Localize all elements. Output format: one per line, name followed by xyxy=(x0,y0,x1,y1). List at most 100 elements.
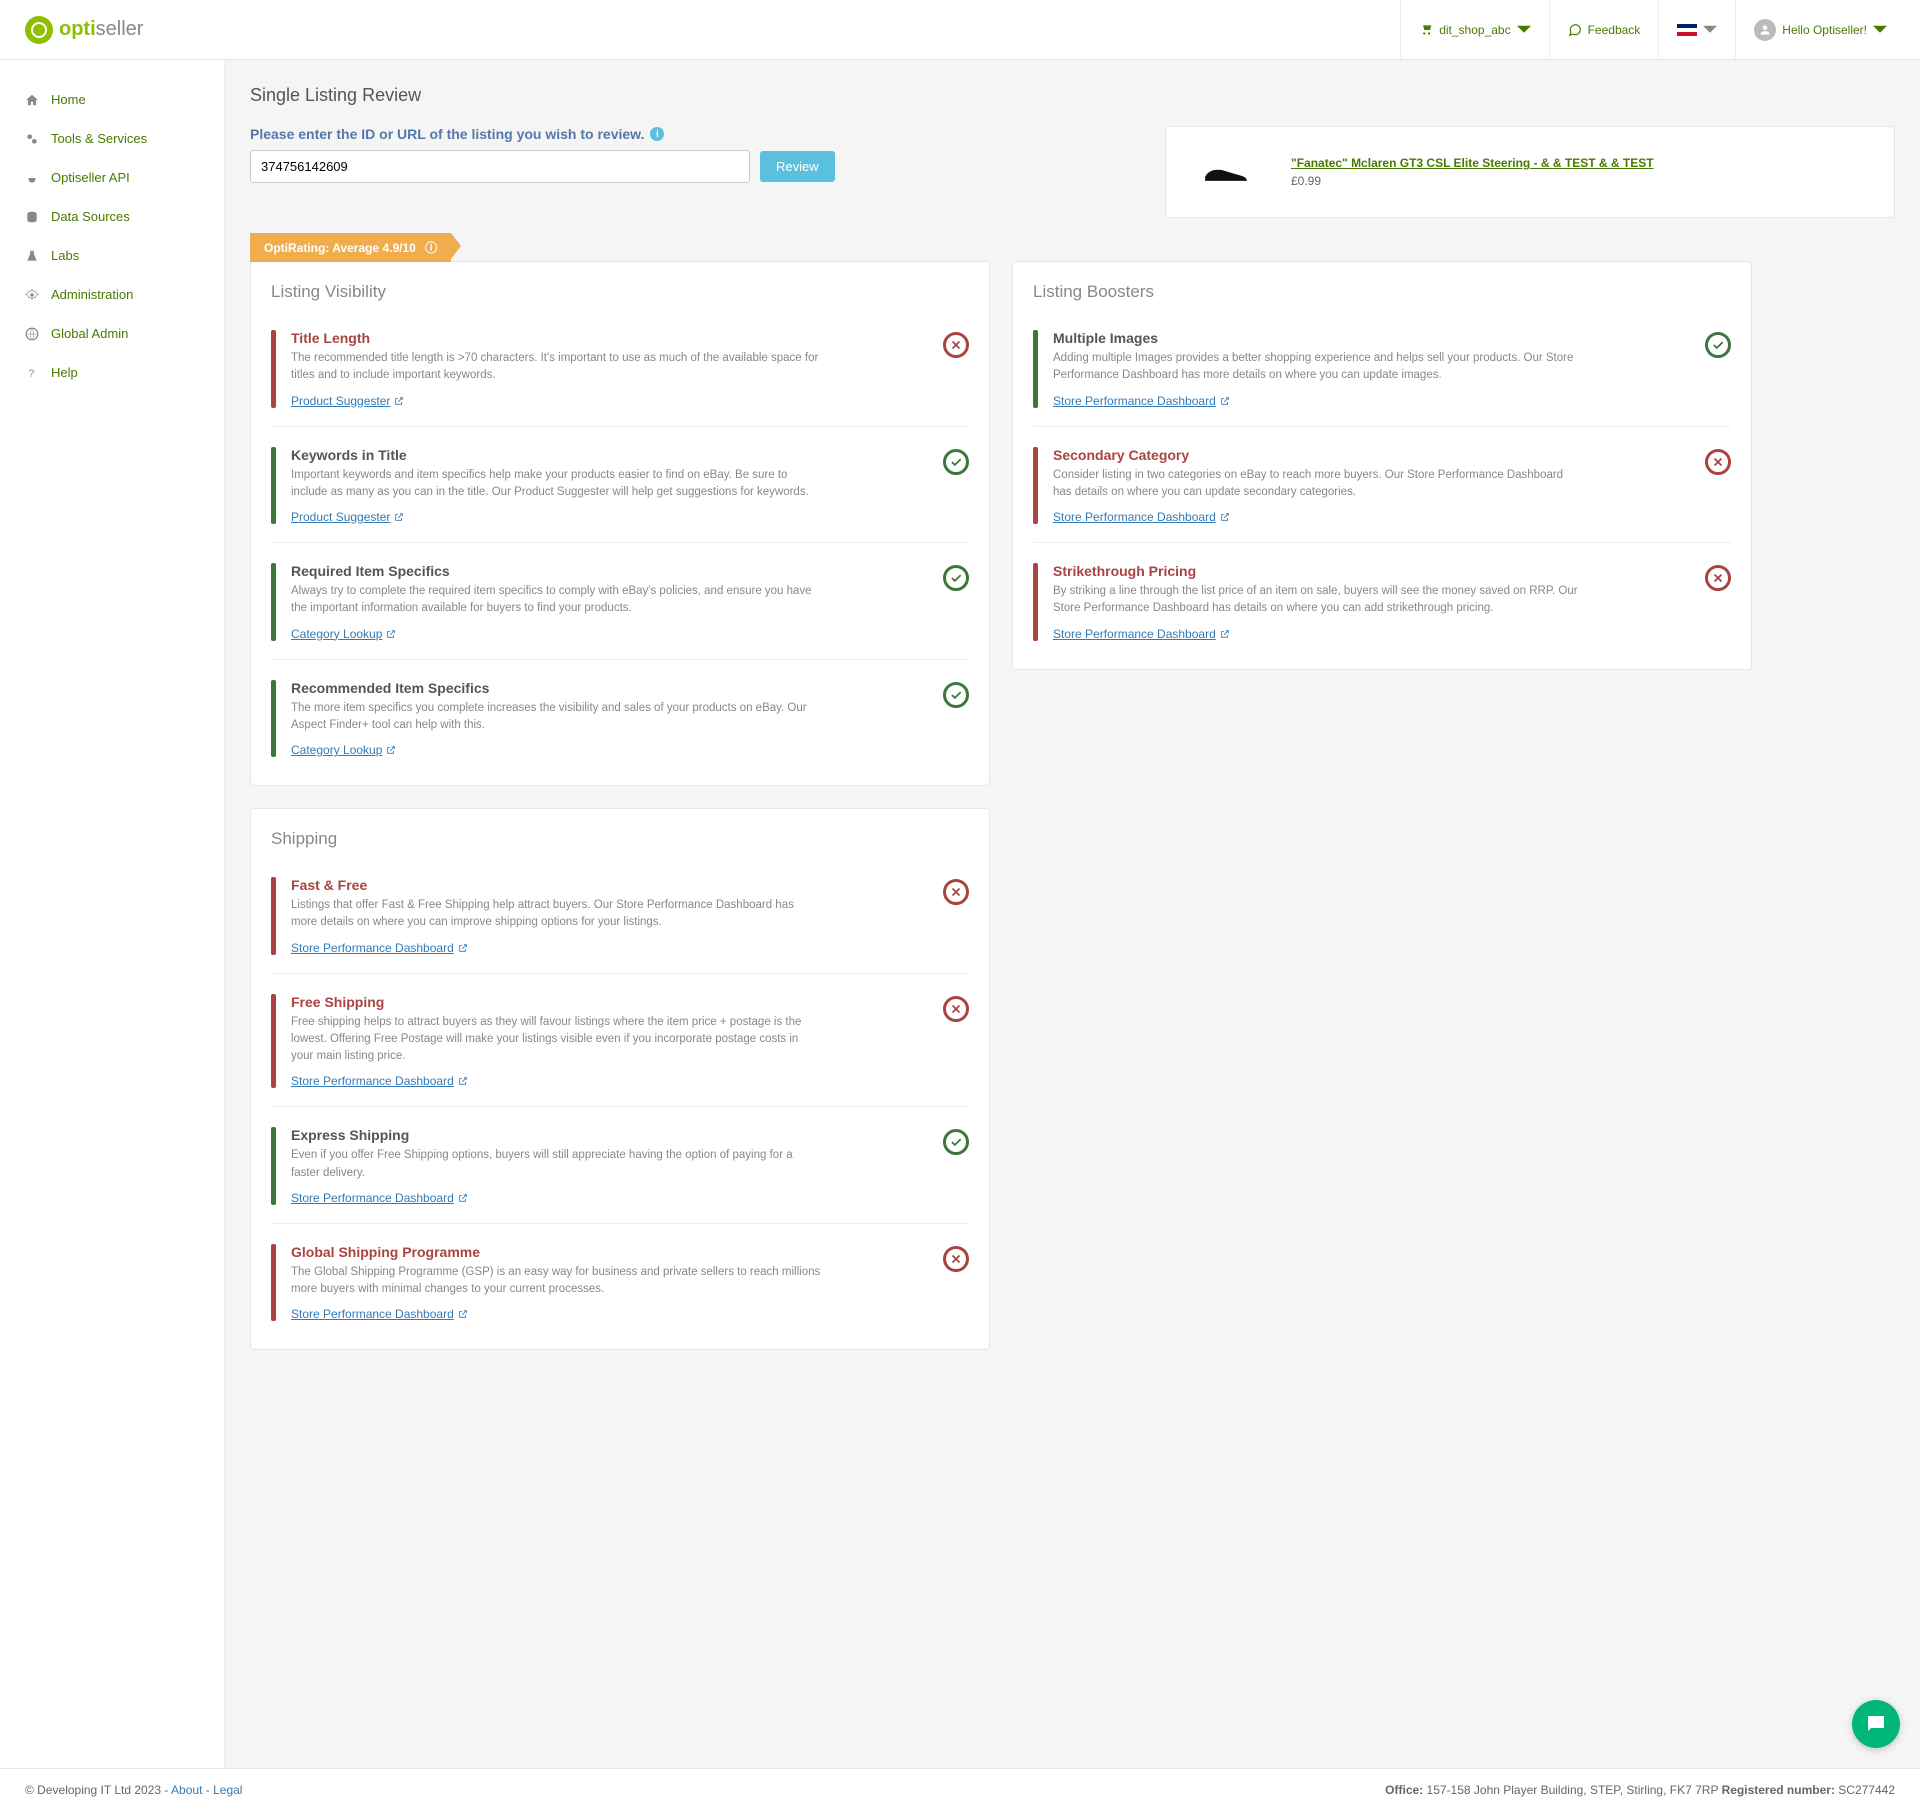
check-description: Adding multiple Images provides a better… xyxy=(1053,350,1583,385)
panel-title: Listing Boosters xyxy=(1033,282,1731,302)
home-icon xyxy=(25,93,39,107)
footer-right: Office: 157-158 John Player Building, ST… xyxy=(1385,1783,1895,1797)
check-title: Secondary Category xyxy=(1053,447,1690,463)
info-icon[interactable]: i xyxy=(650,127,664,141)
check-title: Express Shipping xyxy=(291,1127,928,1143)
chat-widget-button[interactable] xyxy=(1852,1700,1900,1748)
footer-left: © Developing IT Ltd 2023 - About - Legal xyxy=(25,1783,242,1797)
sidebar-item-help[interactable]: ? Help xyxy=(0,353,224,392)
reg-number: SC277442 xyxy=(1838,1783,1895,1797)
sidebar-item-label: Administration xyxy=(51,287,133,302)
check-action-link[interactable]: Store Performance Dashboard xyxy=(291,1307,468,1321)
search-label-row: Please enter the ID or URL of the listin… xyxy=(250,126,1145,142)
check-list: Fast & Free Listings that offer Fast & Fr… xyxy=(271,867,969,1339)
review-button[interactable]: Review xyxy=(760,151,835,182)
sidebar-item-global-admin[interactable]: Global Admin xyxy=(0,314,224,353)
status-bar xyxy=(271,1244,276,1322)
cross-circle-icon xyxy=(1705,565,1731,591)
sidebar-item-labs[interactable]: Labs xyxy=(0,236,224,275)
check-action-link[interactable]: Store Performance Dashboard xyxy=(1053,510,1230,524)
check-description: Even if you offer Free Shipping options,… xyxy=(291,1147,821,1182)
check-title: Free Shipping xyxy=(291,994,928,1010)
info-icon[interactable]: ⓘ xyxy=(425,241,437,255)
check-list: Multiple ImagesAdding multiple Images pr… xyxy=(1033,320,1731,659)
main-content: Single Listing Review Please enter the I… xyxy=(225,60,1920,1768)
check-description: Listings that offer Fast & Free Shipping… xyxy=(291,897,821,932)
sidebar-item-tools[interactable]: Tools & Services xyxy=(0,119,224,158)
check-description: Free shipping helps to attract buyers as… xyxy=(291,1014,821,1066)
check-action-link[interactable]: Store Performance Dashboard xyxy=(1053,394,1230,408)
chevron-down-icon xyxy=(1873,23,1887,37)
listing-id-input[interactable] xyxy=(250,150,750,183)
sidebar-item-data-sources[interactable]: Data Sources xyxy=(0,197,224,236)
chevron-down-icon xyxy=(1517,23,1531,37)
check-description: Always try to complete the required item… xyxy=(291,583,821,618)
about-link[interactable]: About xyxy=(171,1783,202,1797)
shop-name: dit_shop_abc xyxy=(1439,23,1510,37)
check-action-link[interactable]: Store Performance Dashboard xyxy=(291,1074,468,1088)
legal-link[interactable]: Legal xyxy=(213,1783,242,1797)
user-menu[interactable]: Hello Optiseller! xyxy=(1735,0,1905,60)
check-item: Keywords in TitleImportant keywords and … xyxy=(271,437,969,544)
flask-icon xyxy=(25,249,39,263)
check-action-link[interactable]: Product Suggester xyxy=(291,510,404,524)
check-title: Global Shipping Programme xyxy=(291,1244,928,1260)
cross-circle-icon xyxy=(943,879,969,905)
check-action-link[interactable]: Store Performance Dashboard xyxy=(291,941,468,955)
brand-part1: opti xyxy=(59,18,96,40)
check-circle-icon xyxy=(943,565,969,591)
shop-selector[interactable]: dit_shop_abc xyxy=(1400,0,1548,60)
product-price: £0.99 xyxy=(1291,174,1654,188)
sidebar-item-label: Home xyxy=(51,92,86,107)
greeting-label: Hello Optiseller! xyxy=(1782,23,1867,37)
check-title: Fast & Free xyxy=(291,877,928,893)
copyright-text: © Developing IT Ltd 2023 - xyxy=(25,1783,171,1797)
sidebar-item-api[interactable]: Optiseller API xyxy=(0,158,224,197)
gear-icon xyxy=(25,288,39,302)
check-item: Strikethrough PricingBy striking a line … xyxy=(1033,553,1731,659)
status-bar xyxy=(1033,330,1038,408)
footer: © Developing IT Ltd 2023 - About - Legal… xyxy=(0,1768,1920,1811)
product-title-link[interactable]: "Fanatec" Mclaren GT3 CSL Elite Steering… xyxy=(1291,156,1654,170)
cart-icon xyxy=(1419,23,1433,37)
check-title: Keywords in Title xyxy=(291,447,928,463)
chevron-down-icon xyxy=(1703,23,1717,37)
check-item: Recommended Item SpecificsThe more item … xyxy=(271,670,969,776)
topbar-right: dit_shop_abc Feedback Hello Optiseller! xyxy=(1400,0,1905,60)
check-title: Title Length xyxy=(291,330,928,346)
status-bar xyxy=(1033,563,1038,641)
sidebar-item-administration[interactable]: Administration xyxy=(0,275,224,314)
uk-flag-icon xyxy=(1677,24,1697,36)
check-title: Strikethrough Pricing xyxy=(1053,563,1690,579)
check-circle-icon xyxy=(943,1129,969,1155)
check-action-link[interactable]: Product Suggester xyxy=(291,394,404,408)
check-action-link[interactable]: Store Performance Dashboard xyxy=(291,1191,468,1205)
check-circle-icon xyxy=(943,449,969,475)
cross-circle-icon xyxy=(943,996,969,1022)
page-title: Single Listing Review xyxy=(250,85,1895,106)
check-item: Multiple ImagesAdding multiple Images pr… xyxy=(1033,320,1731,427)
panel-title: Shipping xyxy=(271,829,969,849)
check-list: Title LengthThe recommended title length… xyxy=(271,320,969,775)
language-selector[interactable] xyxy=(1658,0,1735,60)
product-image xyxy=(1181,142,1271,202)
status-bar xyxy=(271,994,276,1089)
office-address: 157-158 John Player Building, STEP, Stir… xyxy=(1427,1783,1722,1797)
status-bar xyxy=(271,877,276,955)
check-item: Fast & Free Listings that offer Fast & Fr… xyxy=(271,867,969,974)
sidebar-item-home[interactable]: Home xyxy=(0,80,224,119)
globe-icon xyxy=(25,327,39,341)
status-bar xyxy=(1033,447,1038,525)
feedback-link[interactable]: Feedback xyxy=(1549,0,1659,60)
status-bar xyxy=(271,563,276,641)
chat-icon xyxy=(1864,1712,1888,1736)
optirating-label: OptiRating: Average 4.9/10 xyxy=(264,241,416,255)
check-action-link[interactable]: Category Lookup xyxy=(291,743,396,757)
check-action-link[interactable]: Category Lookup xyxy=(291,627,396,641)
brand-logo-block[interactable]: optiseller xyxy=(25,16,143,44)
check-description: The Global Shipping Programme (GSP) is a… xyxy=(291,1264,821,1299)
reg-label: Registered number: xyxy=(1722,1783,1835,1797)
check-item: Global Shipping Programme The Global Ship… xyxy=(271,1234,969,1340)
check-action-link[interactable]: Store Performance Dashboard xyxy=(1053,627,1230,641)
topbar: optiseller dit_shop_abc Feedback Hello O… xyxy=(0,0,1920,60)
